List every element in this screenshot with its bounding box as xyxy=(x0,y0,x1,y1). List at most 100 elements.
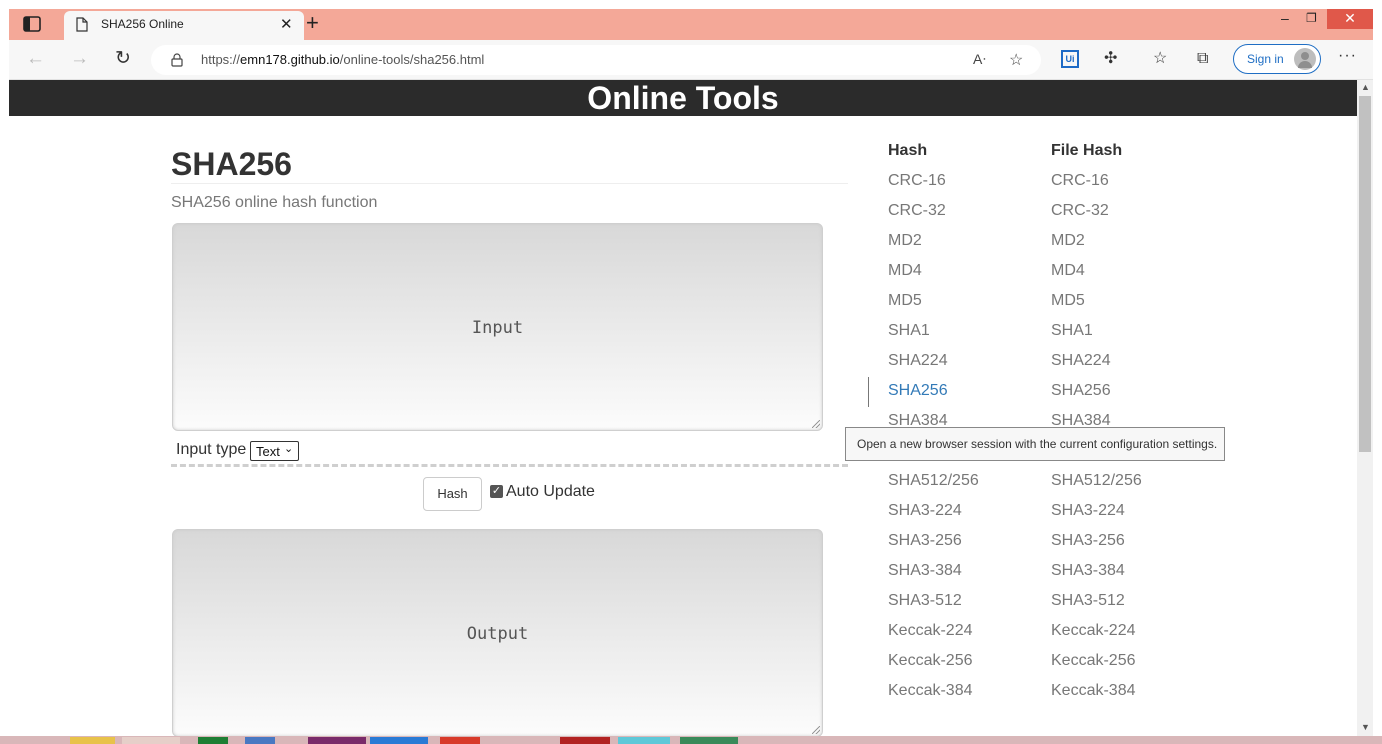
url-prefix: https:// xyxy=(201,52,241,67)
nav-link[interactable]: SHA224 xyxy=(1051,352,1111,370)
nav-link[interactable]: SHA256 xyxy=(1051,382,1111,400)
taskbar-app-icon[interactable] xyxy=(370,737,428,744)
nav-link[interactable]: CRC-16 xyxy=(888,172,946,190)
nav-link[interactable]: SHA3-384 xyxy=(888,562,962,580)
hash-column-header: Hash xyxy=(888,142,928,159)
taskbar-app-icon[interactable] xyxy=(308,737,366,744)
nav-link[interactable]: SHA512/256 xyxy=(1051,472,1142,490)
nav-link[interactable]: Keccak-384 xyxy=(888,682,973,700)
auto-update-label[interactable]: Auto Update xyxy=(506,483,595,501)
taskbar-app-icon[interactable] xyxy=(680,737,738,744)
page-description: SHA256 online hash function xyxy=(171,194,378,211)
close-tab-icon[interactable]: ✕ xyxy=(280,15,293,33)
browser-window: SHA256 Online ✕ + – ❐ ✕ ← → ↻ https://em… xyxy=(0,0,1382,744)
new-tab-button[interactable]: + xyxy=(306,11,319,35)
sign-in-button[interactable]: Sign in xyxy=(1233,44,1321,74)
nav-link[interactable]: MD2 xyxy=(888,232,922,250)
read-aloud-icon[interactable]: A͏ᐧ xyxy=(973,51,986,68)
nav-link[interactable]: SHA3-224 xyxy=(1051,502,1125,520)
nav-link[interactable]: SHA224 xyxy=(888,352,948,370)
nav-link[interactable]: MD4 xyxy=(888,262,922,280)
taskbar-app-icon[interactable] xyxy=(618,737,670,744)
browser-toolbar: ← → ↻ https://emn178.github.io/online-to… xyxy=(9,40,1373,80)
close-window-icon[interactable]: ✕ xyxy=(1327,9,1373,29)
avatar xyxy=(1294,48,1316,70)
active-indicator xyxy=(868,377,869,407)
forward-icon[interactable]: → xyxy=(70,49,89,69)
output-textarea[interactable]: Output xyxy=(172,529,823,736)
nav-link[interactable]: Keccak-384 xyxy=(1051,682,1136,700)
resize-handle[interactable] xyxy=(812,726,820,734)
auto-update-checkbox[interactable]: ✓ xyxy=(490,485,503,498)
file-hash-column-header: File Hash xyxy=(1051,142,1123,159)
lock-icon[interactable] xyxy=(171,53,183,67)
page-content: Online Tools SHA256 SHA256 online hash f… xyxy=(9,80,1357,736)
nav-link[interactable]: SHA3-512 xyxy=(1051,592,1125,610)
scrollbar-thumb[interactable] xyxy=(1359,96,1371,452)
dashed-divider xyxy=(171,464,848,467)
refresh-icon[interactable]: ↻ xyxy=(115,49,131,69)
nav-link[interactable]: SHA3-256 xyxy=(1051,532,1125,550)
sign-in-label: Sign in xyxy=(1247,52,1284,66)
page-scrollbar[interactable]: ▲ ▼ xyxy=(1357,80,1373,736)
taskbar-app-icon[interactable] xyxy=(122,737,180,744)
page-title: SHA256 xyxy=(171,146,292,182)
input-placeholder: Input xyxy=(471,318,524,338)
resize-handle[interactable] xyxy=(812,420,820,428)
collections-icon[interactable]: ⧉ xyxy=(1197,50,1208,68)
url-text[interactable]: https://emn178.github.io/online-tools/sh… xyxy=(201,52,484,67)
taskbar-app-icon[interactable] xyxy=(198,737,228,744)
input-type-value: Text xyxy=(256,444,280,459)
nav-link[interactable]: SHA3-224 xyxy=(888,502,962,520)
address-bar[interactable]: https://emn178.github.io/online-tools/sh… xyxy=(151,45,1041,75)
url-path: /online-tools/sha256.html xyxy=(339,52,485,67)
nav-link[interactable]: SHA3-512 xyxy=(888,592,962,610)
add-favorite-icon[interactable]: ☆ xyxy=(1009,50,1023,70)
taskbar-app-icon[interactable] xyxy=(70,737,115,744)
tab-sha256[interactable]: SHA256 Online ✕ xyxy=(64,11,304,40)
taskbar-app-icon[interactable] xyxy=(560,737,610,744)
nav-link[interactable]: SHA256 xyxy=(888,382,948,400)
output-placeholder: Output xyxy=(466,624,529,644)
favorites-icon[interactable]: ☆ xyxy=(1153,50,1167,68)
taskbar-app-icon[interactable] xyxy=(245,737,275,744)
site-header[interactable]: Online Tools xyxy=(9,80,1357,116)
taskbar-app-icon[interactable] xyxy=(440,737,480,744)
extension-ui-icon[interactable]: Ui xyxy=(1061,50,1079,68)
tooltip: Open a new browser session with the curr… xyxy=(845,427,1225,461)
scroll-up-icon[interactable]: ▲ xyxy=(1361,82,1370,92)
nav-link[interactable]: Keccak-256 xyxy=(1051,652,1136,670)
nav-link[interactable]: CRC-16 xyxy=(1051,172,1109,190)
scroll-down-icon[interactable]: ▼ xyxy=(1361,722,1370,732)
input-type-select[interactable]: Text ⌄ xyxy=(250,441,299,461)
page-icon xyxy=(76,17,88,32)
minimize-icon[interactable]: – xyxy=(1281,10,1289,26)
restore-icon[interactable]: ❐ xyxy=(1306,11,1317,25)
nav-link[interactable]: Keccak-256 xyxy=(888,652,973,670)
extensions-icon[interactable]: ✣ xyxy=(1104,50,1117,68)
nav-link[interactable]: SHA3-384 xyxy=(1051,562,1125,580)
nav-link[interactable]: SHA1 xyxy=(1051,322,1093,340)
nav-link[interactable]: Keccak-224 xyxy=(888,622,973,640)
tab-title: SHA256 Online xyxy=(101,17,184,31)
nav-link[interactable]: MD4 xyxy=(1051,262,1085,280)
title-divider xyxy=(171,183,848,184)
nav-link[interactable]: SHA1 xyxy=(888,322,930,340)
nav-link[interactable]: CRC-32 xyxy=(888,202,946,220)
hash-button[interactable]: Hash xyxy=(423,477,482,511)
nav-link[interactable]: Keccak-224 xyxy=(1051,622,1136,640)
input-type-label: Input type xyxy=(176,441,247,458)
chevron-down-icon: ⌄ xyxy=(284,443,294,455)
nav-link[interactable]: MD5 xyxy=(1051,292,1085,310)
tab-strip: SHA256 Online ✕ + – ❐ ✕ xyxy=(9,9,1373,40)
nav-link[interactable]: SHA3-256 xyxy=(888,532,962,550)
input-textarea[interactable]: Input xyxy=(172,223,823,431)
nav-link[interactable]: SHA512/256 xyxy=(888,472,979,490)
nav-link[interactable]: MD2 xyxy=(1051,232,1085,250)
nav-link[interactable]: CRC-32 xyxy=(1051,202,1109,220)
taskbar xyxy=(0,736,1382,744)
tab-actions-icon[interactable] xyxy=(23,16,41,32)
more-options-icon[interactable]: ··· xyxy=(1338,47,1357,65)
nav-link[interactable]: MD5 xyxy=(888,292,922,310)
back-icon[interactable]: ← xyxy=(26,49,45,69)
